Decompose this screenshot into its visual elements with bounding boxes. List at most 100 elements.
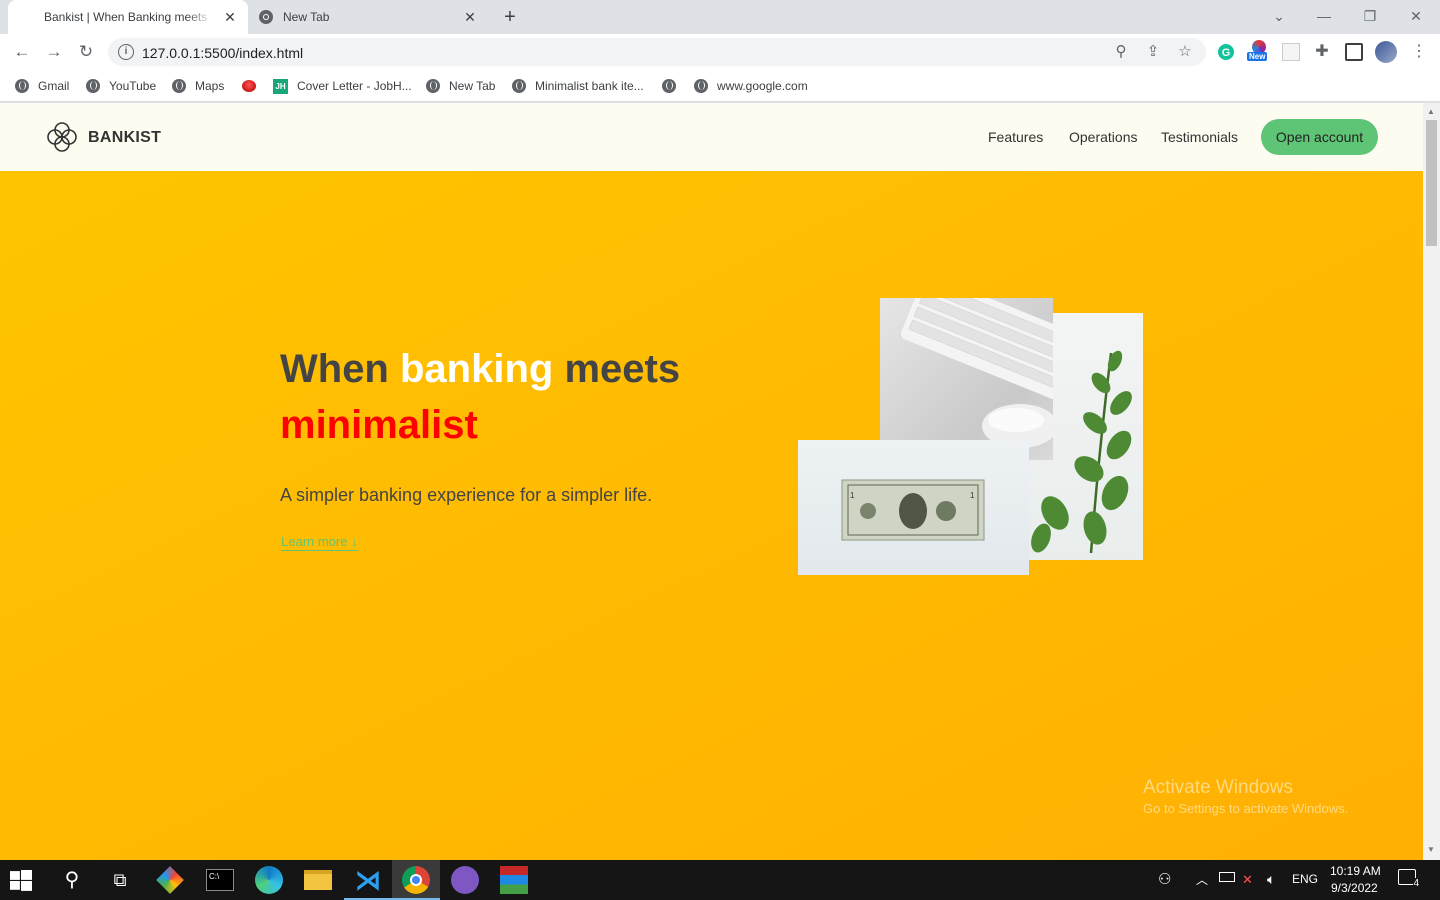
- bookmark-label: Gmail: [38, 79, 70, 93]
- vscode-icon[interactable]: ⋊: [354, 866, 382, 894]
- open-account-button[interactable]: Open account: [1261, 119, 1378, 155]
- page-viewport: BANKIST Features Operations Testimonials…: [0, 103, 1423, 860]
- bookmark-youtube[interactable]: YouTube: [86, 76, 156, 96]
- jh-icon: JH: [273, 78, 288, 94]
- page-scrollbar[interactable]: ▲ ▼: [1423, 103, 1440, 860]
- site-header: BANKIST Features Operations Testimonials…: [0, 103, 1423, 171]
- winrar-icon[interactable]: [500, 866, 528, 894]
- extension-grey-icon[interactable]: [1282, 43, 1300, 61]
- side-panel-icon[interactable]: [1345, 43, 1363, 61]
- app-cat-icon[interactable]: [451, 866, 479, 894]
- hero-title-text: When: [280, 347, 400, 391]
- clock-date[interactable]: 9/3/2022: [1331, 881, 1378, 895]
- hero-section: When banking meets minimalist A simpler …: [0, 171, 1423, 860]
- git-client-icon[interactable]: [156, 866, 184, 894]
- close-tab-icon[interactable]: ✕: [462, 9, 478, 25]
- notifications-icon[interactable]: 4: [1398, 869, 1419, 889]
- bankist-logo-icon[interactable]: [44, 119, 80, 155]
- zoom-icon[interactable]: ⚲: [1112, 43, 1130, 61]
- bookmark-label: YouTube: [109, 79, 157, 93]
- bookmark-star-icon[interactable]: ☆: [1176, 43, 1194, 61]
- forward-arrow-icon[interactable]: →: [44, 42, 64, 62]
- new-tab-plus-icon[interactable]: +: [500, 7, 520, 27]
- people-icon[interactable]: ⚇: [1158, 870, 1171, 888]
- nav-testimonials[interactable]: Testimonials: [1161, 129, 1238, 145]
- svg-text:1: 1: [970, 491, 975, 500]
- extension-new-icon[interactable]: New: [1247, 40, 1269, 64]
- address-bar[interactable]: i 127.0.0.1:5500/index.html ⚲ ⇪ ☆: [108, 38, 1206, 66]
- bookmark-gmail[interactable]: Gmail: [15, 76, 69, 96]
- address-url[interactable]: 127.0.0.1:5500/index.html: [142, 45, 303, 61]
- globe-icon: [512, 79, 526, 93]
- globe-icon: [426, 79, 440, 93]
- bookmark-red[interactable]: [242, 76, 256, 96]
- hero-title-line2: minimalist: [280, 403, 478, 447]
- tab-strip: Bankist | When Banking meets Minimalist …: [0, 0, 1440, 34]
- page-icon: [19, 10, 33, 24]
- profile-avatar[interactable]: [1375, 41, 1397, 63]
- close-window-icon[interactable]: ✕: [1405, 6, 1427, 26]
- share-icon[interactable]: ⇪: [1144, 43, 1162, 61]
- bookmark-label: Minimalist bank ite...: [535, 79, 644, 93]
- bookmark-new-tab[interactable]: New Tab: [426, 76, 495, 96]
- red-dot-icon: [242, 80, 256, 92]
- network-icon[interactable]: ✕: [1242, 872, 1253, 888]
- activate-windows-subtitle: Go to Settings to activate Windows.: [1143, 801, 1349, 816]
- terminal-icon[interactable]: C:\: [206, 869, 234, 891]
- menu-kebab-icon[interactable]: ⋮: [1410, 43, 1428, 61]
- globe-icon: [694, 79, 708, 93]
- bookmark-untitled[interactable]: [662, 76, 685, 96]
- file-explorer-icon[interactable]: [304, 870, 332, 890]
- chrome-icon: [259, 10, 273, 24]
- tab-title: Bankist | When Banking meets Minimalist: [44, 10, 212, 24]
- back-arrow-icon[interactable]: ←: [12, 42, 32, 62]
- tab-search-chevron-icon[interactable]: ⌄: [1268, 6, 1290, 26]
- dollar-bill-image: 1 1: [798, 440, 1029, 575]
- chrome-taskbar-icon[interactable]: [402, 866, 430, 894]
- globe-icon: [15, 79, 29, 93]
- edge-icon[interactable]: [255, 866, 283, 894]
- hero-title-line1: When banking meets: [280, 347, 680, 392]
- bookmark-google[interactable]: www.google.com: [694, 76, 808, 96]
- learn-more-link[interactable]: Learn more ↓: [281, 534, 358, 551]
- scroll-thumb[interactable]: [1426, 120, 1437, 246]
- search-icon[interactable]: ⚲: [58, 866, 86, 894]
- globe-icon: [662, 79, 676, 93]
- tab-new-tab[interactable]: New Tab ✕: [248, 0, 488, 34]
- site-info-icon[interactable]: i: [118, 44, 134, 60]
- activate-windows-title: Activate Windows: [1143, 777, 1293, 798]
- bookmark-label: Cover Letter - JobH...: [297, 79, 412, 93]
- close-tab-icon[interactable]: ✕: [222, 9, 238, 25]
- nav-operations[interactable]: Operations: [1069, 129, 1137, 145]
- globe-icon: [172, 79, 186, 93]
- bookmark-cover-letter[interactable]: JH Cover Letter - JobH...: [273, 76, 412, 96]
- task-view-icon[interactable]: ⧉: [106, 866, 134, 894]
- hero-subtitle: A simpler banking experience for a simpl…: [280, 485, 653, 505]
- hero-title-highlight: banking: [399, 347, 554, 391]
- scroll-down-icon[interactable]: ▼: [1427, 845, 1435, 854]
- logo-text[interactable]: BANKIST: [88, 129, 161, 147]
- nav-features[interactable]: Features: [988, 129, 1043, 145]
- globe-icon: [86, 79, 100, 93]
- bookmark-label: Maps: [195, 79, 225, 93]
- tab-bankist[interactable]: Bankist | When Banking meets Minimalist …: [8, 0, 248, 34]
- scroll-up-icon[interactable]: ▲: [1427, 107, 1435, 116]
- reload-icon[interactable]: ↻: [76, 42, 96, 62]
- bookmark-minimalist-bank[interactable]: Minimalist bank ite...: [512, 76, 644, 96]
- svg-text:G: G: [1222, 47, 1231, 59]
- bookmark-maps[interactable]: Maps: [172, 76, 224, 96]
- clock-time[interactable]: 10:19 AM: [1330, 864, 1381, 878]
- minimize-icon[interactable]: —: [1313, 6, 1335, 26]
- windows-start-icon[interactable]: [10, 870, 32, 892]
- grammarly-icon[interactable]: G: [1217, 43, 1235, 61]
- restore-icon[interactable]: ❐: [1359, 6, 1381, 26]
- volume-icon[interactable]: 🔈︎: [1267, 871, 1275, 888]
- battery-icon[interactable]: [1219, 872, 1235, 882]
- tab-title: New Tab: [283, 10, 330, 24]
- show-hidden-icons-chevron[interactable]: ︿: [1196, 871, 1208, 888]
- bookmark-label: www.google.com: [717, 79, 808, 93]
- language-indicator[interactable]: ENG: [1292, 872, 1318, 886]
- svg-text:1: 1: [850, 491, 855, 500]
- extensions-puzzle-icon[interactable]: ✚: [1313, 43, 1331, 61]
- windows-taskbar: ⚲ ⧉ C:\ ⋊ ⚇ ︿ ✕ 🔈︎ ENG 10:19 AM 9/3/2022…: [0, 860, 1440, 900]
